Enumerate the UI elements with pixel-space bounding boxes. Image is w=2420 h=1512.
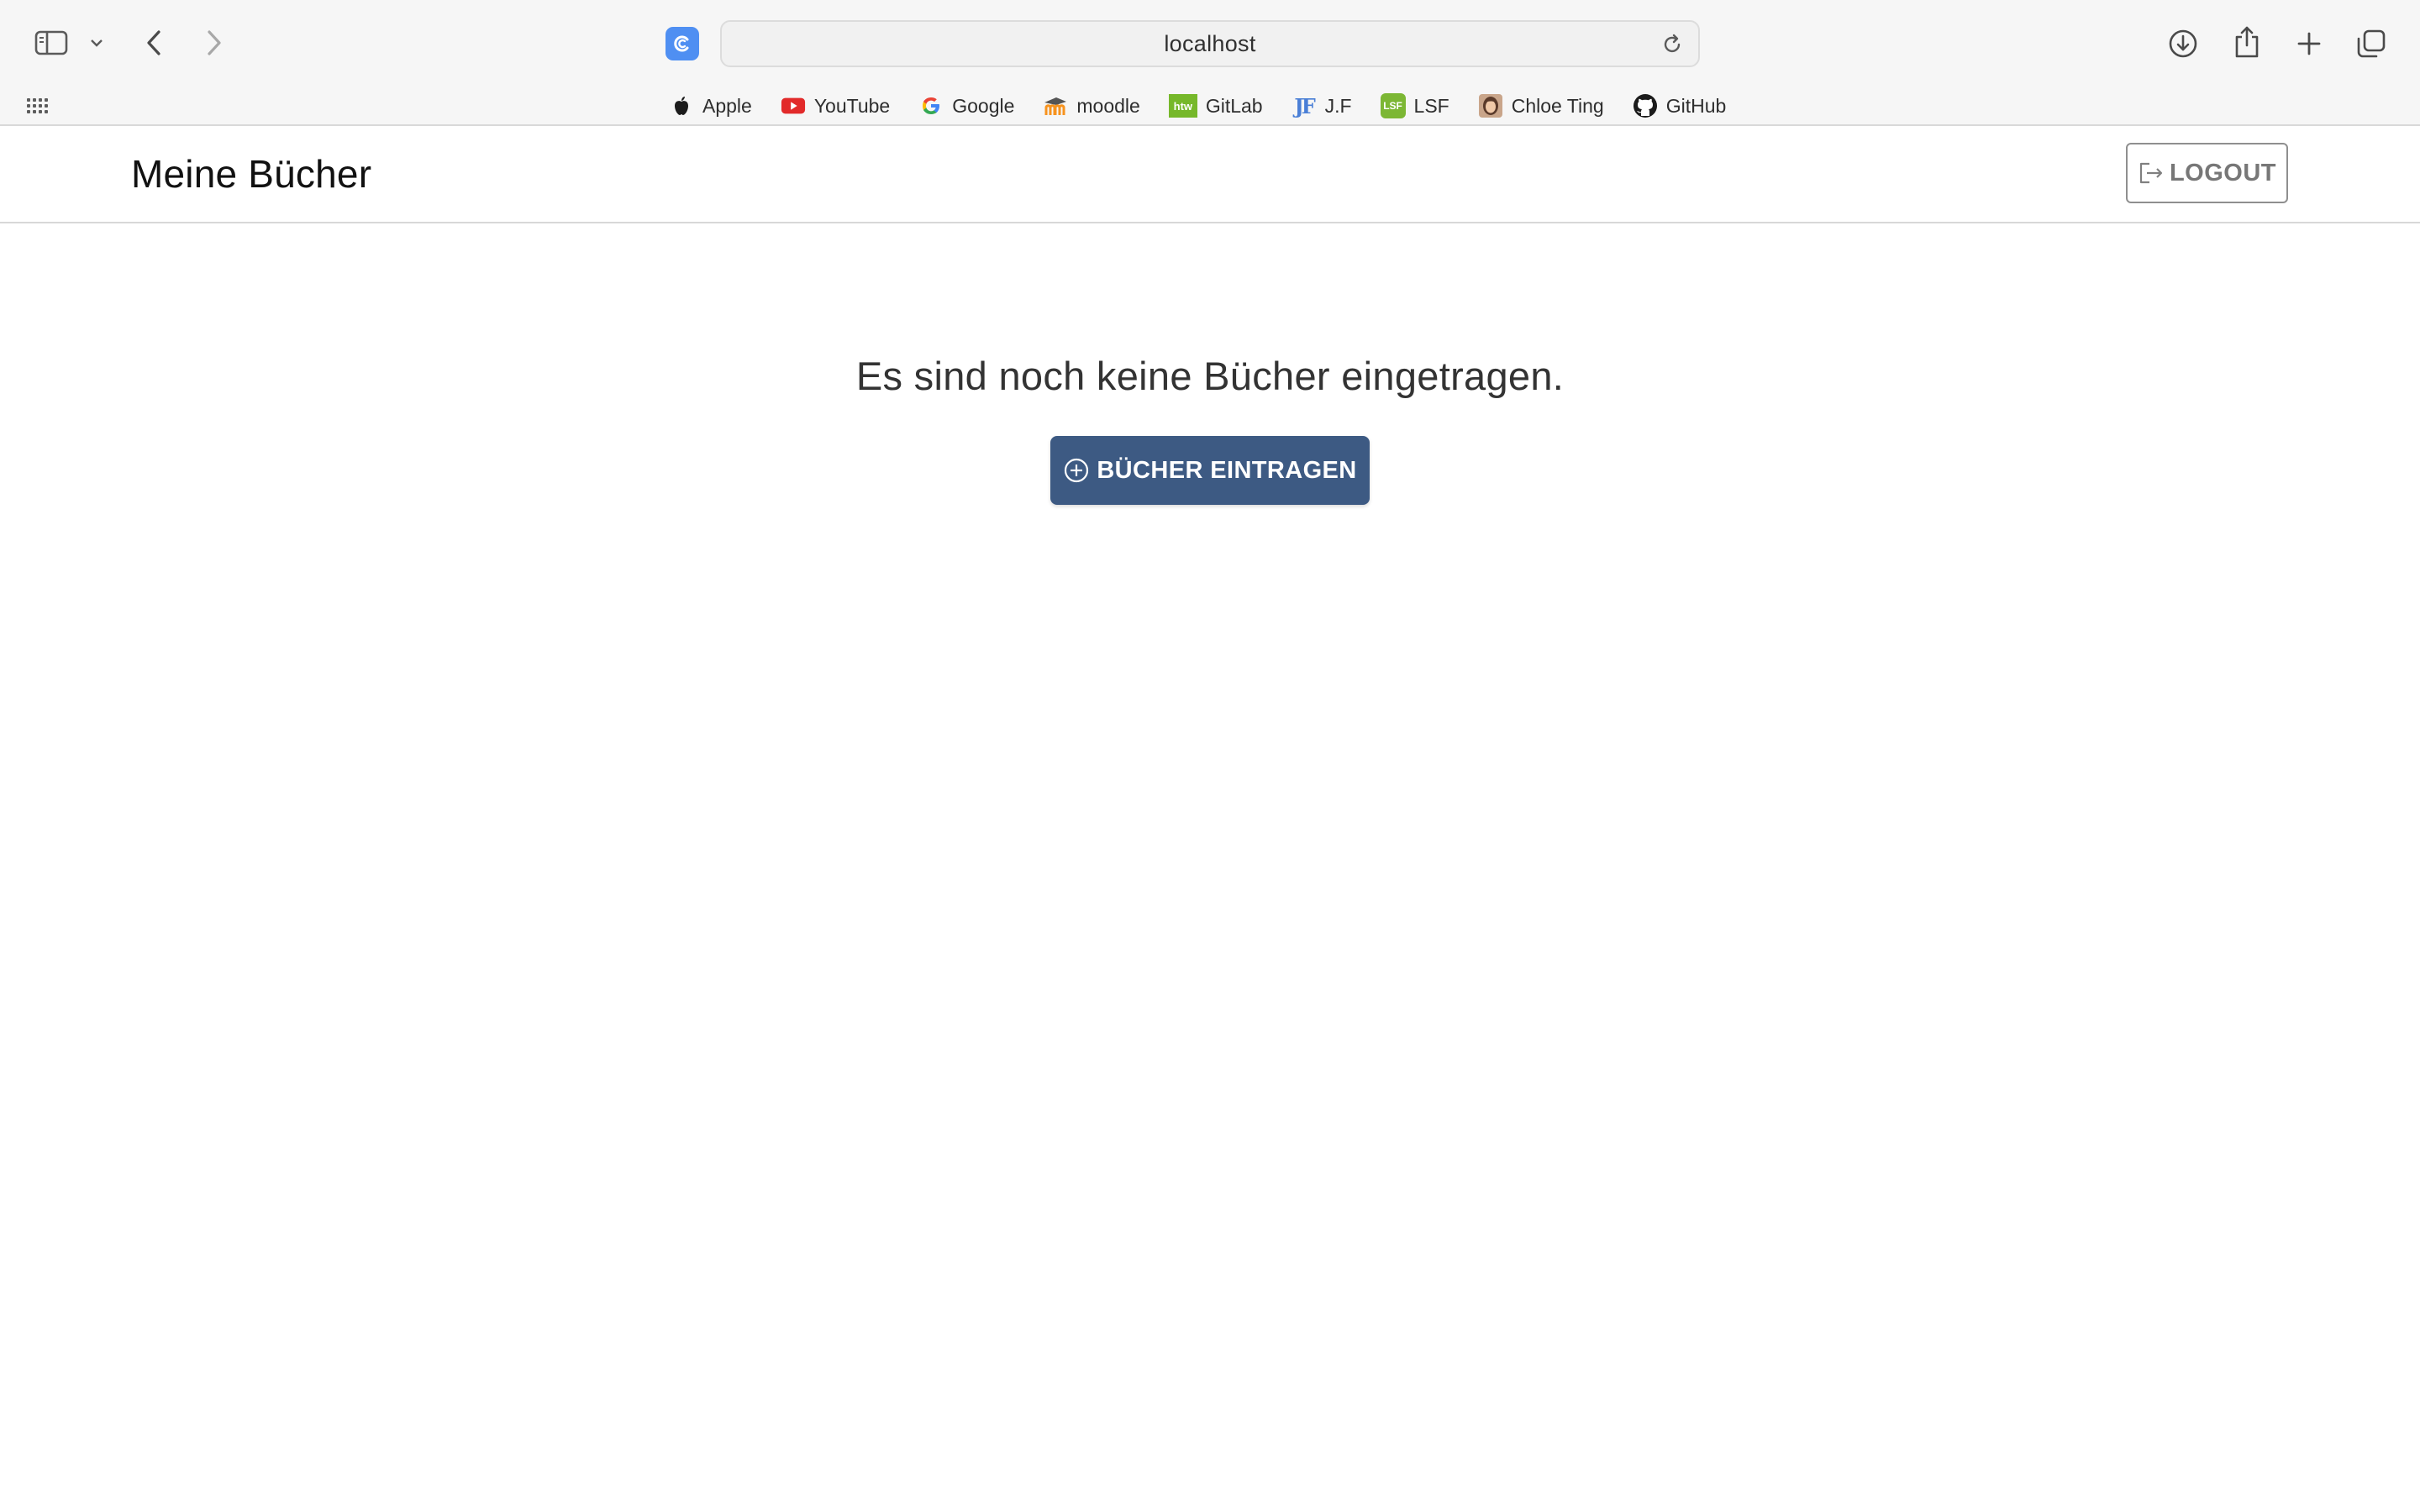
lsf-icon-text: LSF [1380, 93, 1406, 118]
browser-chrome: localhost Apple YouTube Google moodle ht… [0, 0, 2420, 126]
new-tab-icon[interactable] [2292, 27, 2326, 60]
tab-overview-icon[interactable] [2354, 27, 2388, 60]
bookmark-label: J.F [1324, 94, 1352, 117]
forward-icon[interactable] [202, 27, 227, 59]
bookmark-github[interactable]: GitHub [1633, 93, 1727, 118]
site-favicon-icon [666, 27, 699, 60]
bookmark-label: YouTube [813, 94, 891, 117]
jf-icon-text: JF [1294, 93, 1315, 118]
add-books-label: BÜCHER EINTRAGEN [1097, 456, 1357, 484]
lsf-icon: LSF [1380, 93, 1406, 118]
apple-icon [669, 93, 694, 118]
reload-icon[interactable] [1658, 30, 1686, 59]
page-title: Meine Bücher [131, 152, 372, 196]
downloads-icon[interactable] [2166, 27, 2200, 60]
chloe-ting-avatar-icon [1478, 93, 1503, 118]
logout-icon [2138, 161, 2165, 185]
bookmark-label: Chloe Ting [1511, 94, 1604, 117]
bookmark-chloe-ting[interactable]: Chloe Ting [1478, 93, 1604, 118]
htw-icon-text: htw [1168, 94, 1197, 118]
empty-state-message: Es sind noch keine Bücher eingetragen. [855, 354, 1565, 398]
add-books-button[interactable]: BÜCHER EINTRAGEN [1050, 436, 1370, 505]
empty-state: Es sind noch keine Bücher eingetragen. B… [0, 353, 2420, 505]
browser-toolbar: localhost [0, 0, 2420, 86]
bookmark-label: moodle [1076, 94, 1140, 117]
bookmark-label: GitHub [1665, 94, 1727, 117]
sidebar-toggle-icon[interactable] [34, 29, 69, 57]
share-icon[interactable] [2230, 24, 2264, 60]
bookmark-list: Apple YouTube Google moodle htw GitLab J… [669, 86, 1726, 126]
bookmark-apple[interactable]: Apple [669, 93, 752, 118]
github-icon [1633, 93, 1658, 118]
logout-button[interactable]: LOGOUT [2126, 143, 2288, 203]
bookmark-label: LSF [1413, 94, 1449, 117]
moodle-icon [1043, 93, 1068, 118]
htw-icon: htw [1168, 93, 1197, 118]
bookmark-youtube[interactable]: YouTube [781, 93, 890, 118]
bookmark-gitlab[interactable]: htw GitLab [1168, 93, 1263, 118]
bookmark-lsf[interactable]: LSF LSF [1380, 93, 1449, 118]
google-icon [918, 93, 944, 118]
bookmark-google[interactable]: Google [918, 93, 1014, 118]
bookmark-label: GitLab [1205, 94, 1263, 117]
apps-grid-icon[interactable] [27, 94, 50, 118]
bookmark-moodle[interactable]: moodle [1043, 93, 1140, 118]
bookmarks-bar: Apple YouTube Google moodle htw GitLab J… [0, 86, 2420, 126]
youtube-icon [781, 93, 806, 118]
jf-icon: JF [1292, 93, 1317, 118]
plus-circle-icon [1063, 457, 1090, 484]
address-bar[interactable]: localhost [720, 20, 1700, 67]
logout-label: LOGOUT [2169, 159, 2277, 186]
bookmark-label: Google [952, 94, 1015, 117]
bookmark-label: Apple [702, 94, 752, 117]
chevron-down-icon[interactable] [87, 35, 106, 50]
address-text: localhost [1164, 30, 1256, 56]
bookmark-jf[interactable]: JF J.F [1292, 93, 1352, 118]
app-header: Meine Bücher LOGOUT [0, 126, 2420, 223]
back-icon[interactable] [141, 27, 166, 59]
